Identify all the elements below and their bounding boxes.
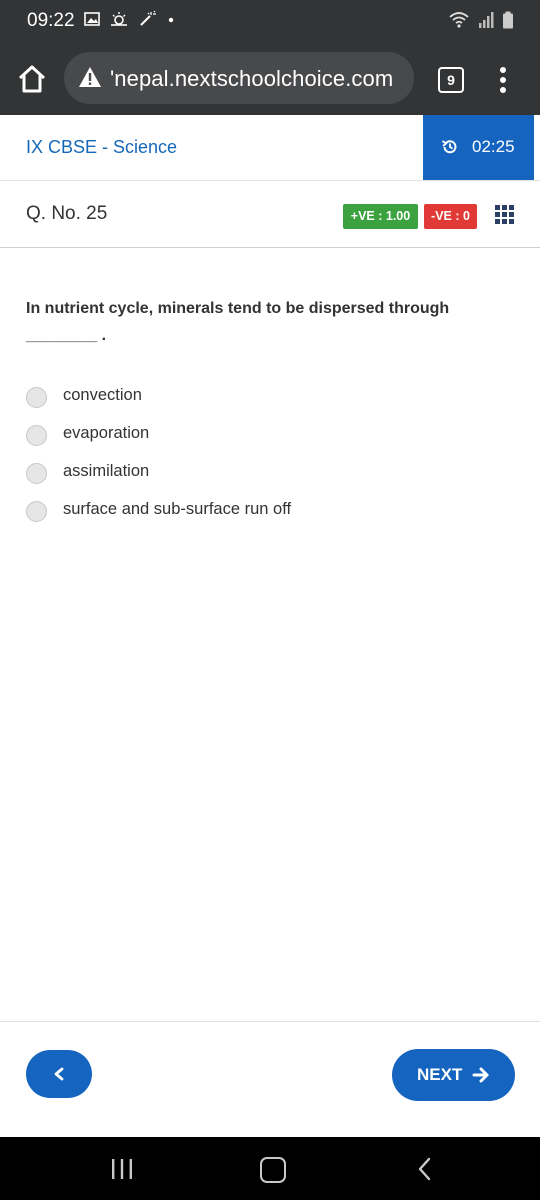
recents-icon[interactable] [110, 1159, 134, 1179]
negative-marks-badge: -VE : 0 [424, 204, 477, 229]
battery-icon [503, 11, 513, 29]
option-label[interactable]: assimilation [63, 462, 149, 481]
timer-text: 02:25 [472, 137, 515, 156]
question-grid-icon[interactable] [495, 205, 515, 225]
url-text[interactable]: 'nepal.nextschoolchoice.com [110, 66, 393, 92]
status-right-icons [448, 11, 514, 29]
history-icon [441, 140, 457, 154]
option-label[interactable]: evaporation [63, 424, 149, 443]
warning-icon[interactable] [78, 66, 102, 88]
home-icon[interactable] [15, 62, 49, 96]
next-button-label: NEXT [417, 1065, 463, 1084]
question-text: In nutrient cycle, minerals tend to be d… [26, 300, 450, 344]
question-bar: Q. No. 25 +VE : 1.00 -VE : 0 [0, 181, 540, 248]
home-nav-icon[interactable] [260, 1157, 286, 1183]
status-time: 09:22 [27, 10, 75, 31]
radio-button[interactable] [26, 387, 47, 408]
option-label[interactable]: convection [63, 386, 142, 405]
system-nav-bar [0, 1137, 540, 1200]
question-number: Q. No. 25 [26, 203, 108, 224]
question-footer: NEXT [0, 1021, 540, 1137]
dot-icon [168, 17, 174, 23]
image-icon [84, 12, 100, 26]
radio-button[interactable] [26, 425, 47, 446]
kebab-menu-icon[interactable] [496, 66, 510, 94]
countdown-timer: 02:25 [423, 115, 534, 180]
tab-switcher-button[interactable]: 9 [438, 67, 464, 93]
radio-button[interactable] [26, 501, 47, 522]
previous-button[interactable] [26, 1050, 92, 1098]
course-title: IX CBSE - Science [26, 137, 178, 157]
chevron-left-icon [54, 1067, 64, 1081]
address-bar[interactable]: 'nepal.nextschoolchoice.com [64, 52, 414, 104]
status-left-icons [84, 11, 176, 27]
wifi-icon [449, 12, 469, 28]
wand-icon [140, 11, 156, 26]
browser-toolbar: 'nepal.nextschoolchoice.com 9 [0, 42, 540, 115]
status-bar: 09:22 [0, 0, 540, 42]
option-label[interactable]: surface and sub-surface run off [63, 500, 291, 519]
exam-header: IX CBSE - Science 02:25 [0, 115, 540, 181]
positive-marks-badge: +VE : 1.00 [343, 204, 418, 229]
arrow-right-icon [472, 1067, 489, 1083]
weather-icon [111, 12, 127, 26]
next-button[interactable]: NEXT [392, 1049, 515, 1101]
signal-icon [479, 12, 494, 28]
back-icon[interactable] [416, 1157, 432, 1181]
radio-button[interactable] [26, 463, 47, 484]
